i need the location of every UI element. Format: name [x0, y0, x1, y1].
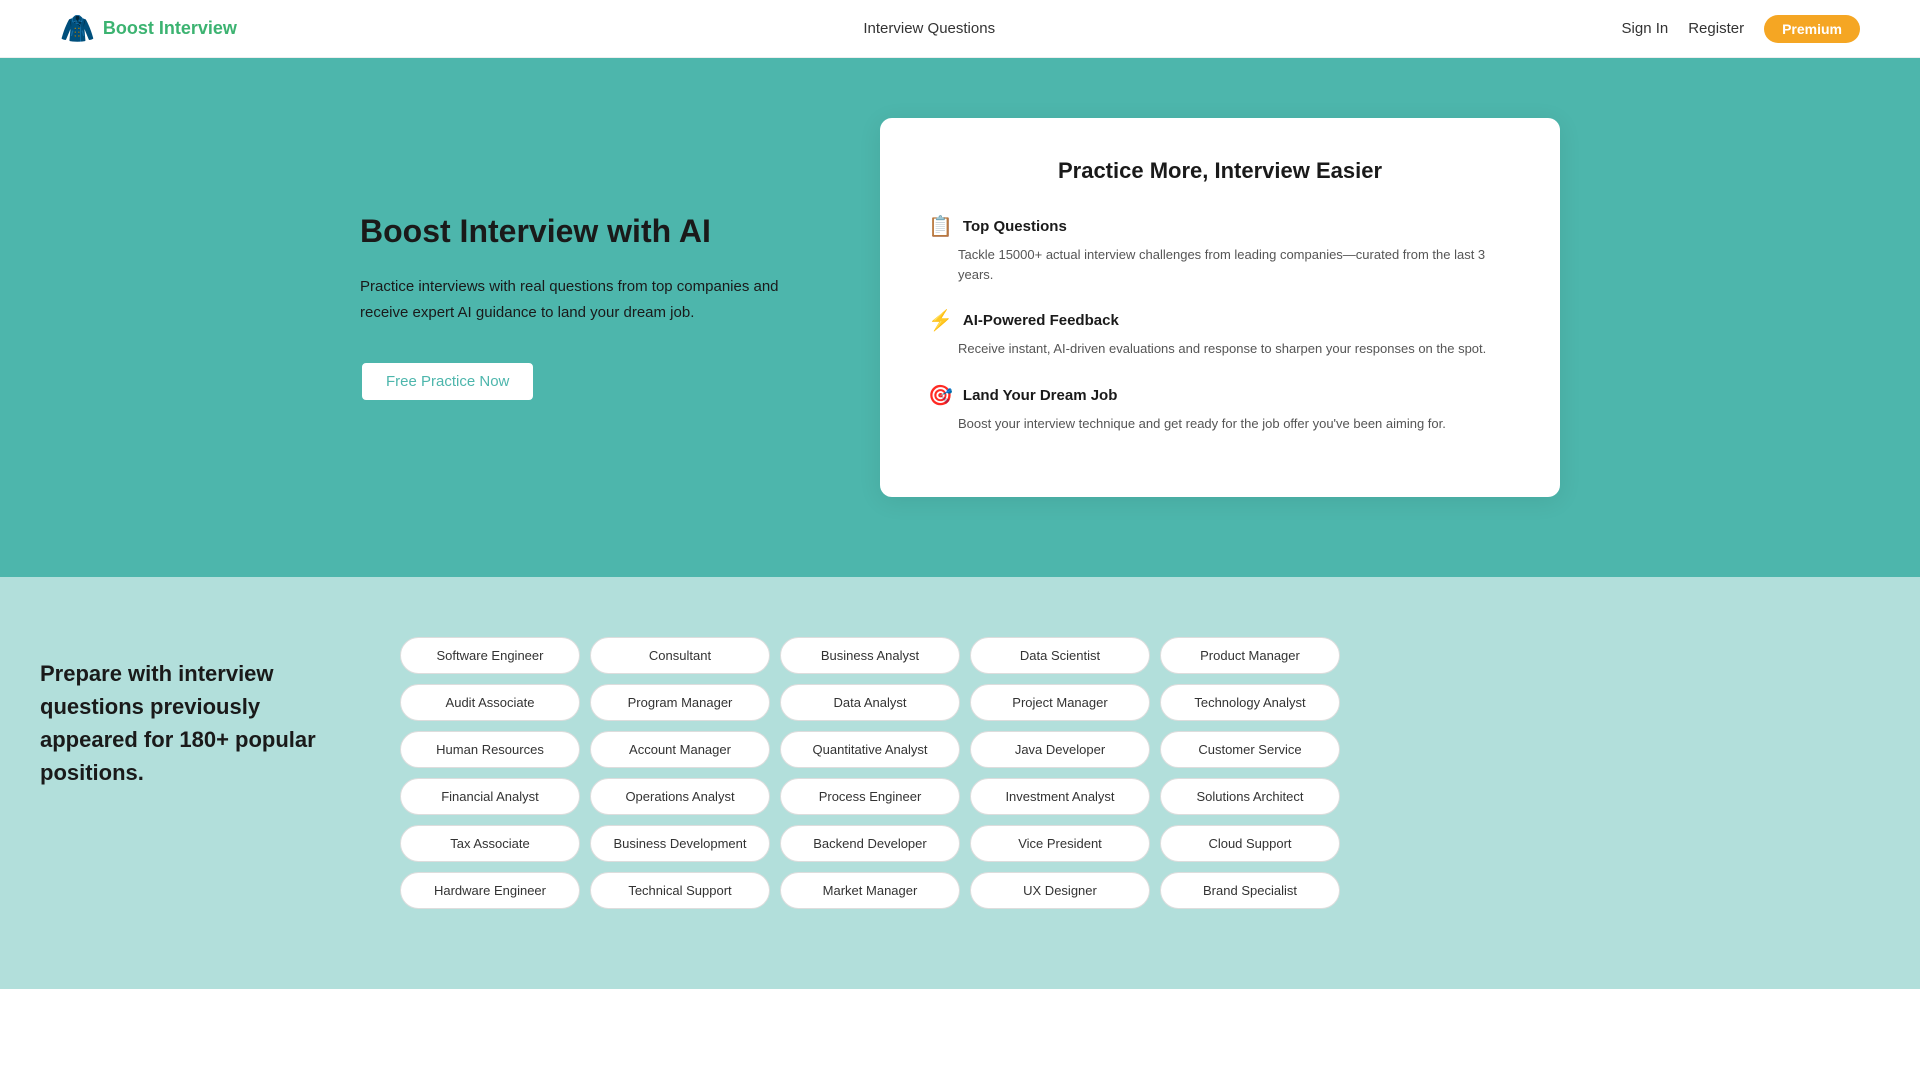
- interview-questions-link[interactable]: Interview Questions: [863, 20, 995, 37]
- logo-text: Boost Interview: [103, 18, 237, 39]
- position-button[interactable]: Tax Associate: [400, 825, 580, 862]
- hero-title: Boost Interview with AI: [360, 213, 800, 250]
- ai-feedback-desc: Receive instant, AI-driven evaluations a…: [928, 339, 1512, 359]
- position-button[interactable]: Brand Specialist: [1160, 872, 1340, 909]
- feature-top-questions: 📋 Top Questions Tackle 15000+ actual int…: [928, 214, 1512, 284]
- dream-job-desc: Boost your interview technique and get r…: [928, 414, 1512, 434]
- position-button[interactable]: Market Manager: [780, 872, 960, 909]
- logo-link[interactable]: 🧥 Boost Interview: [60, 12, 237, 45]
- logo-icon: 🧥: [60, 12, 95, 45]
- hero-description: Practice interviews with real questions …: [360, 274, 800, 325]
- nav-right: Sign In Register Premium: [1622, 15, 1860, 43]
- position-button[interactable]: Operations Analyst: [590, 778, 770, 815]
- position-button[interactable]: Technical Support: [590, 872, 770, 909]
- position-button[interactable]: Human Resources: [400, 731, 580, 768]
- premium-button[interactable]: Premium: [1764, 15, 1860, 43]
- position-button[interactable]: Customer Service: [1160, 731, 1340, 768]
- nav-center: Interview Questions: [863, 20, 995, 38]
- hero-card: Practice More, Interview Easier 📋 Top Qu…: [880, 118, 1560, 497]
- feature-ai-feedback: ⚡ AI-Powered Feedback Receive instant, A…: [928, 308, 1512, 359]
- position-button[interactable]: Java Developer: [970, 731, 1150, 768]
- position-button[interactable]: Cloud Support: [1160, 825, 1340, 862]
- position-button[interactable]: Financial Analyst: [400, 778, 580, 815]
- navbar: 🧥 Boost Interview Interview Questions Si…: [0, 0, 1920, 58]
- position-button[interactable]: Business Development: [590, 825, 770, 862]
- position-button[interactable]: Backend Developer: [780, 825, 960, 862]
- top-questions-desc: Tackle 15000+ actual interview challenge…: [928, 245, 1512, 284]
- position-button[interactable]: Quantitative Analyst: [780, 731, 960, 768]
- positions-title: Prepare with interview questions previou…: [40, 657, 340, 789]
- position-button[interactable]: Product Manager: [1160, 637, 1340, 674]
- position-button[interactable]: Program Manager: [590, 684, 770, 721]
- position-button[interactable]: Software Engineer: [400, 637, 580, 674]
- position-button[interactable]: Data Analyst: [780, 684, 960, 721]
- sign-in-link[interactable]: Sign In: [1622, 20, 1669, 37]
- position-button[interactable]: Process Engineer: [780, 778, 960, 815]
- position-button[interactable]: Solutions Architect: [1160, 778, 1340, 815]
- card-title: Practice More, Interview Easier: [928, 158, 1512, 184]
- position-button[interactable]: Business Analyst: [780, 637, 960, 674]
- position-button[interactable]: Consultant: [590, 637, 770, 674]
- position-button[interactable]: Project Manager: [970, 684, 1150, 721]
- feature-dream-job: 🎯 Land Your Dream Job Boost your intervi…: [928, 383, 1512, 434]
- ai-feedback-label: AI-Powered Feedback: [963, 312, 1119, 329]
- top-questions-label: Top Questions: [963, 218, 1067, 235]
- position-button[interactable]: Investment Analyst: [970, 778, 1150, 815]
- hero-section: Boost Interview with AI Practice intervi…: [0, 58, 1920, 577]
- position-button[interactable]: Account Manager: [590, 731, 770, 768]
- free-practice-button[interactable]: Free Practice Now: [360, 361, 535, 402]
- position-button[interactable]: Vice President: [970, 825, 1150, 862]
- position-button[interactable]: Technology Analyst: [1160, 684, 1340, 721]
- position-button[interactable]: Hardware Engineer: [400, 872, 580, 909]
- ai-feedback-icon: ⚡: [928, 308, 953, 333]
- register-link[interactable]: Register: [1688, 20, 1744, 37]
- positions-grid: Software Engineer Consultant Business Anal…: [400, 637, 1880, 909]
- dream-job-label: Land Your Dream Job: [963, 387, 1117, 404]
- hero-left: Boost Interview with AI Practice intervi…: [360, 213, 800, 402]
- positions-left: Prepare with interview questions previou…: [40, 637, 340, 789]
- top-questions-icon: 📋: [928, 214, 953, 239]
- position-button[interactable]: UX Designer: [970, 872, 1150, 909]
- dream-job-icon: 🎯: [928, 383, 953, 408]
- positions-section: Prepare with interview questions previou…: [0, 577, 1920, 989]
- position-button[interactable]: Data Scientist: [970, 637, 1150, 674]
- position-button[interactable]: Audit Associate: [400, 684, 580, 721]
